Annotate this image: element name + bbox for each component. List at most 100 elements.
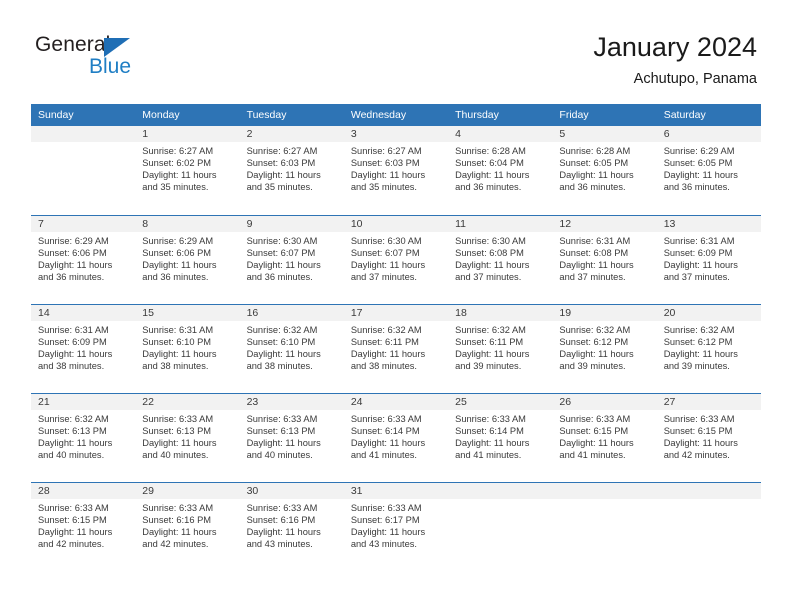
sunrise-text: Sunrise: 6:32 AM (455, 324, 526, 335)
calendar-day-cell[interactable]: 5 Sunrise: 6:28 AM Sunset: 6:05 PM Daylight… (552, 126, 657, 215)
day-details: Sunrise: 6:29 AM Sunset: 6:06 PM Daylight:… (135, 232, 239, 283)
sunrise-text: Sunrise: 6:31 AM (559, 235, 631, 246)
daylight-text-line1: Daylight: 11 hours (142, 259, 217, 270)
daylight-text-line2: and 38 minutes. (246, 360, 313, 371)
daylight-text-line2: and 35 minutes. (142, 182, 209, 193)
day-cell-content: 22 Sunrise: 6:33 AM Sunset: 6:13 PM Dayligh… (135, 393, 240, 482)
day-number: 13 (656, 215, 761, 232)
sunset-text: Sunset: 6:07 PM (246, 247, 316, 258)
day-number: 7 (31, 215, 136, 232)
day-number (552, 482, 657, 499)
sunrise-text: Sunrise: 6:27 AM (142, 146, 214, 156)
day-details: Sunrise: 6:32 AM Sunset: 6:11 PM Daylight:… (448, 321, 552, 372)
calendar-day-cell[interactable]: 2 Sunrise: 6:27 AM Sunset: 6:03 PM Daylight… (239, 126, 344, 215)
calendar-day-cell[interactable]: 10 Sunrise: 6:30 AM Sunset: 6:07 PM Dayligh… (343, 214, 449, 304)
day-number: 28 (31, 482, 136, 499)
day-number: 29 (135, 482, 240, 499)
calendar-day-cell[interactable]: 22 Sunrise: 6:33 AM Sunset: 6:13 PM Dayligh… (135, 392, 240, 482)
daylight-text-line1: Daylight: 11 hours (142, 526, 217, 537)
page-subtitle-location: Achutupo, Panama (633, 71, 757, 87)
sunset-text: Sunset: 6:04 PM (455, 158, 524, 169)
calendar-day-cell[interactable]: 27 Sunrise: 6:33 AM Sunset: 6:15 PM Dayligh… (656, 392, 761, 482)
day-cell-content: 15 Sunrise: 6:31 AM Sunset: 6:10 PM Dayligh… (135, 304, 240, 393)
daylight-text-line2: and 36 minutes. (142, 271, 209, 282)
calendar-day-cell[interactable]: 14 Sunrise: 6:31 AM Sunset: 6:09 PM Dayligh… (31, 303, 136, 393)
daylight-text-line2: and 41 minutes. (455, 449, 522, 460)
calendar-day-cell[interactable]: 6 Sunrise: 6:29 AM Sunset: 6:05 PM Daylight… (656, 126, 761, 215)
sunrise-text: Sunrise: 6:33 AM (350, 502, 422, 513)
sunrise-text: Sunrise: 6:33 AM (38, 502, 109, 513)
calendar-day-cell[interactable]: 11 Sunrise: 6:30 AM Sunset: 6:08 PM Dayligh… (448, 214, 553, 304)
calendar-day-cell[interactable]: 21 Sunrise: 6:32 AM Sunset: 6:13 PM Dayligh… (31, 392, 136, 482)
calendar-day-cell[interactable]: 26 Sunrise: 6:33 AM Sunset: 6:15 PM Dayligh… (552, 392, 657, 482)
sunrise-text: Sunrise: 6:31 AM (38, 324, 109, 335)
day-number: 17 (343, 304, 449, 321)
calendar-day-cell[interactable]: 24 Sunrise: 6:33 AM Sunset: 6:14 PM Dayligh… (343, 392, 449, 482)
day-details: Sunrise: 6:32 AM Sunset: 6:12 PM Daylight:… (552, 321, 656, 372)
calendar-week-row: 28 Sunrise: 6:33 AM Sunset: 6:15 PM Dayligh… (31, 481, 761, 571)
daylight-text-line1: Daylight: 11 hours (455, 170, 530, 181)
calendar-page: General Blue January 2024 Achutupo, Pana… (0, 0, 792, 612)
calendar-day-cell[interactable]: 4 Sunrise: 6:28 AM Sunset: 6:04 PM Daylight… (448, 126, 553, 215)
daylight-text-line1: Daylight: 11 hours (663, 170, 738, 181)
daylight-text-line2: and 41 minutes. (559, 449, 626, 460)
calendar-day-cell[interactable]: 15 Sunrise: 6:31 AM Sunset: 6:10 PM Dayligh… (135, 303, 240, 393)
day-number: 27 (656, 393, 761, 410)
calendar-day-cell[interactable]: 29 Sunrise: 6:33 AM Sunset: 6:16 PM Dayligh… (135, 481, 240, 571)
weekday-header-thursday: Thursday (448, 104, 553, 126)
sunset-text: Sunset: 6:09 PM (663, 247, 733, 258)
day-number: 4 (448, 126, 553, 142)
sunset-text: Sunset: 6:17 PM (350, 514, 420, 525)
day-cell-content: 27 Sunrise: 6:33 AM Sunset: 6:15 PM Dayligh… (656, 393, 761, 482)
day-details: Sunrise: 6:27 AM Sunset: 6:02 PM Daylight:… (135, 142, 239, 193)
calendar-day-cell[interactable]: 17 Sunrise: 6:32 AM Sunset: 6:11 PM Dayligh… (343, 303, 449, 393)
daylight-text-line1: Daylight: 11 hours (246, 526, 321, 537)
sunrise-text: Sunrise: 6:33 AM (246, 502, 318, 513)
day-details: Sunrise: 6:31 AM Sunset: 6:10 PM Daylight:… (135, 321, 239, 372)
title-block: January 2024 Achutupo, Panama (593, 30, 757, 89)
daylight-text-line2: and 42 minutes. (142, 538, 209, 549)
day-details: Sunrise: 6:31 AM Sunset: 6:08 PM Daylight:… (552, 232, 656, 283)
calendar-day-cell[interactable]: 12 Sunrise: 6:31 AM Sunset: 6:08 PM Dayligh… (552, 214, 657, 304)
calendar-day-cell[interactable]: 13 Sunrise: 6:31 AM Sunset: 6:09 PM Dayligh… (656, 214, 761, 304)
calendar-day-cell[interactable]: 28 Sunrise: 6:33 AM Sunset: 6:15 PM Dayligh… (31, 481, 136, 571)
calendar-day-cell[interactable]: 9 Sunrise: 6:30 AM Sunset: 6:07 PM Daylight… (239, 214, 344, 304)
calendar-day-cell[interactable]: 7 Sunrise: 6:29 AM Sunset: 6:06 PM Daylight… (31, 214, 136, 304)
daylight-text-line2: and 36 minutes. (455, 182, 522, 193)
daylight-text-line1: Daylight: 11 hours (559, 437, 634, 448)
day-number: 24 (343, 393, 449, 410)
day-details: Sunrise: 6:28 AM Sunset: 6:05 PM Daylight:… (552, 142, 656, 193)
calendar-day-cell[interactable]: 3 Sunrise: 6:27 AM Sunset: 6:03 PM Daylight… (343, 126, 449, 215)
day-cell-content: 10 Sunrise: 6:30 AM Sunset: 6:07 PM Dayligh… (343, 215, 449, 304)
calendar-day-cell[interactable]: 20 Sunrise: 6:32 AM Sunset: 6:12 PM Dayligh… (656, 303, 761, 393)
calendar-day-cell[interactable]: 18 Sunrise: 6:32 AM Sunset: 6:11 PM Dayligh… (448, 303, 553, 393)
calendar-day-cell[interactable]: 1 Sunrise: 6:27 AM Sunset: 6:02 PM Daylight… (135, 126, 240, 215)
calendar-day-cell[interactable]: 16 Sunrise: 6:32 AM Sunset: 6:10 PM Dayligh… (239, 303, 344, 393)
day-number: 16 (239, 304, 344, 321)
day-cell-content: 24 Sunrise: 6:33 AM Sunset: 6:14 PM Dayligh… (343, 393, 449, 482)
calendar-day-cell[interactable]: 23 Sunrise: 6:33 AM Sunset: 6:13 PM Dayligh… (239, 392, 344, 482)
calendar-week-row: 21 Sunrise: 6:32 AM Sunset: 6:13 PM Dayligh… (31, 392, 761, 482)
day-details: Sunrise: 6:33 AM Sunset: 6:16 PM Daylight:… (135, 499, 239, 550)
calendar-day-cell[interactable]: 19 Sunrise: 6:32 AM Sunset: 6:12 PM Dayligh… (552, 303, 657, 393)
general-blue-logo[interactable]: General Blue (35, 33, 215, 83)
calendar-day-cell (448, 481, 553, 571)
sunrise-text: Sunrise: 6:31 AM (663, 235, 735, 246)
day-details: Sunrise: 6:33 AM Sunset: 6:13 PM Daylight:… (240, 410, 344, 461)
day-number: 19 (552, 304, 657, 321)
day-details: Sunrise: 6:33 AM Sunset: 6:13 PM Daylight:… (135, 410, 239, 461)
calendar-day-cell[interactable]: 8 Sunrise: 6:29 AM Sunset: 6:06 PM Daylight… (135, 214, 240, 304)
day-cell-content: 14 Sunrise: 6:31 AM Sunset: 6:09 PM Dayligh… (31, 304, 136, 393)
calendar-day-cell[interactable]: 25 Sunrise: 6:33 AM Sunset: 6:14 PM Dayligh… (448, 392, 553, 482)
day-details: Sunrise: 6:30 AM Sunset: 6:07 PM Daylight:… (344, 232, 448, 283)
calendar-body: 1 Sunrise: 6:27 AM Sunset: 6:02 PM Daylight… (31, 126, 761, 571)
day-cell-content: 2 Sunrise: 6:27 AM Sunset: 6:03 PM Daylight… (239, 126, 344, 215)
day-number: 31 (343, 482, 449, 499)
day-cell-content: 16 Sunrise: 6:32 AM Sunset: 6:10 PM Dayligh… (239, 304, 344, 393)
daylight-text-line1: Daylight: 11 hours (350, 348, 426, 359)
daylight-text-line1: Daylight: 11 hours (350, 259, 426, 270)
calendar-day-cell[interactable]: 31 Sunrise: 6:33 AM Sunset: 6:17 PM Dayligh… (343, 481, 449, 571)
calendar-day-cell[interactable]: 30 Sunrise: 6:33 AM Sunset: 6:16 PM Dayligh… (239, 481, 344, 571)
sunset-text: Sunset: 6:10 PM (142, 336, 212, 347)
sunset-text: Sunset: 6:15 PM (38, 514, 107, 525)
